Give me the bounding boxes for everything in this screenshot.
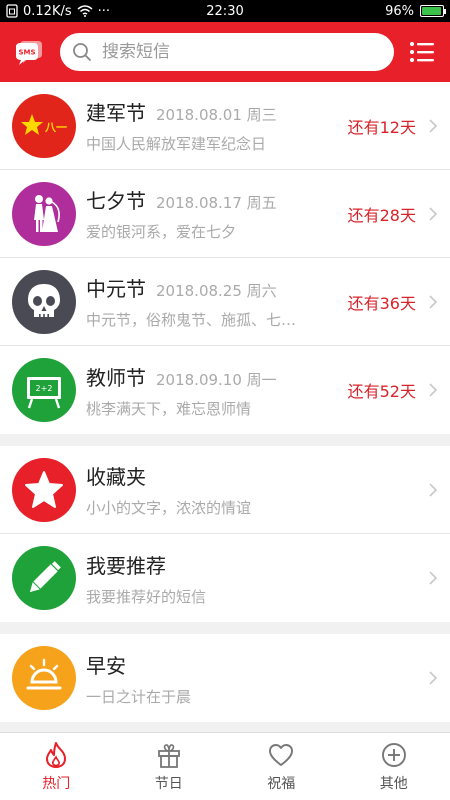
item-subtitle: 我要推荐好的短信 (86, 587, 207, 606)
item-title: 我要推荐 (86, 553, 166, 578)
svg-text:八一: 八一 (44, 121, 67, 134)
holiday-item-qixi[interactable]: 七夕节 2018.08.17 周五 爱的银河系，爱在七夕 还有28天 (0, 170, 450, 258)
tab-label: 节日 (154, 775, 183, 792)
tab-label: 热门 (42, 775, 71, 792)
battery-percent: 96% (385, 3, 414, 19)
item-subtitle: 桃李满天下，难忘恩师情 (86, 399, 252, 418)
item-subtitle: 爱的银河系，爱在七夕 (86, 223, 237, 241)
chevron-right-icon (429, 671, 438, 685)
battery-icon (420, 5, 446, 17)
morning-item[interactable]: 早安 一日之计在于晨 (0, 634, 450, 722)
couple-icon (12, 181, 76, 246)
tab-hot[interactable]: 热门 (0, 733, 113, 800)
tab-label: 其他 (379, 775, 408, 792)
chevron-right-icon (429, 383, 438, 397)
item-title: 收藏夹 (86, 465, 146, 489)
item-subtitle: 小小的文字，浓浓的情谊 (86, 499, 252, 517)
sim-icon (6, 4, 18, 18)
star-icon (12, 457, 76, 522)
battery-level (422, 7, 442, 15)
item-subtitle: 一日之计在于晨 (86, 687, 192, 706)
skull-icon (12, 269, 76, 334)
holiday-item-ghost-festival[interactable]: 中元节 2018.08.25 周六 中元节，俗称鬼节、施孤、七… 还有36天 (0, 258, 450, 346)
chevron-right-icon (429, 482, 438, 497)
feature-group: 收藏夹 小小的文字，浓浓的情谊 我要推荐 我要推荐好的短信 (0, 446, 450, 622)
chevron-right-icon (429, 294, 438, 309)
star-flag-icon: 八一 (12, 93, 76, 158)
countdown-label: 还有12天 (347, 117, 416, 137)
item-date: 2018.09.10 周一 (156, 370, 277, 389)
sunrise-icon (12, 646, 76, 710)
countdown-label: 还有52天 (347, 382, 416, 401)
more-indicator: ··· (97, 3, 111, 19)
item-date: 2018.08.25 周六 (156, 282, 277, 300)
item-title: 中元节 (86, 277, 146, 301)
recommend-item[interactable]: 我要推荐 我要推荐好的短信 (0, 534, 450, 622)
holiday-group: 八一 建军节 2018.08.01 周三 中国人民解放军建军纪念日 还有12天 (0, 82, 450, 434)
item-title: 教师节 (86, 365, 146, 390)
category-group: 早安 一日之计在于晨 (0, 634, 450, 722)
item-title: 七夕节 (86, 189, 146, 213)
item-subtitle: 中元节，俗称鬼节、施孤、七… (86, 311, 297, 329)
countdown-label: 还有28天 (347, 205, 416, 225)
heart-icon (269, 743, 294, 766)
tab-label: 祝福 (267, 775, 296, 792)
plus-circle-icon (381, 742, 406, 767)
tab-other[interactable]: 其他 (338, 733, 450, 800)
sms-logo-icon: SMS (14, 37, 44, 67)
svg-text:SMS: SMS (18, 49, 35, 57)
item-title: 建军节 (86, 101, 146, 125)
flame-icon (46, 741, 67, 768)
search-bar[interactable] (60, 33, 394, 71)
menu-list-icon[interactable] (408, 38, 436, 66)
search-input[interactable] (102, 42, 382, 62)
chevron-right-icon (429, 571, 438, 585)
search-icon (73, 43, 91, 61)
countdown-label: 还有36天 (347, 293, 416, 313)
holiday-item-army-day[interactable]: 八一 建军节 2018.08.01 周三 中国人民解放军建军纪念日 还有12天 (0, 82, 450, 170)
tab-blessings[interactable]: 祝福 (225, 733, 338, 800)
item-date: 2018.08.01 周三 (156, 106, 277, 124)
app-header: SMS (0, 22, 450, 82)
svg-text:2+2: 2+2 (36, 384, 53, 393)
holiday-item-teachers-day[interactable]: 2+2 教师节 2018.09.10 周一 桃李满天下，难忘恩师情 还有52天 (0, 346, 450, 434)
bottom-nav: 热门 节日 祝福 其他 (0, 732, 450, 800)
chevron-right-icon (429, 118, 438, 133)
gift-icon (157, 743, 180, 768)
item-title: 早安 (86, 653, 126, 678)
item-subtitle: 中国人民解放军建军纪念日 (86, 135, 267, 153)
favorites-item[interactable]: 收藏夹 小小的文字，浓浓的情谊 (0, 446, 450, 534)
network-speed: 0.12K/s (23, 3, 72, 19)
blackboard-icon: 2+2 (12, 358, 76, 422)
pencil-icon (12, 546, 76, 610)
item-date: 2018.08.17 周五 (156, 194, 277, 212)
chevron-right-icon (429, 206, 438, 221)
status-bar: 0.12K/s ··· 22:30 96% (0, 0, 450, 22)
tab-festivals[interactable]: 节日 (113, 733, 226, 800)
wifi-icon (77, 5, 93, 17)
content-list[interactable]: 八一 建军节 2018.08.01 周三 中国人民解放军建军纪念日 还有12天 (0, 82, 450, 732)
